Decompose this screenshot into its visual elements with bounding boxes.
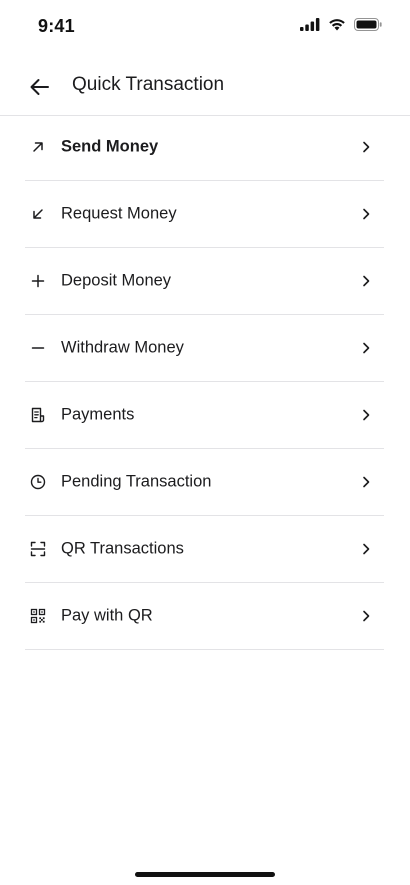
menu-item-send-money[interactable]: Send Money xyxy=(25,114,384,181)
status-time: 9:41 xyxy=(38,16,75,36)
arrow-up-right-icon xyxy=(29,138,47,156)
screen: 9:41 Quick Transaction Send Money Reques… xyxy=(0,0,410,885)
menu-item-label: Pay with QR xyxy=(61,606,153,625)
menu-item-pending-transaction[interactable]: Pending Transaction xyxy=(25,449,384,516)
chevron-right-icon xyxy=(360,341,372,355)
battery-icon xyxy=(354,18,382,36)
menu-item-deposit-money[interactable]: Deposit Money xyxy=(25,248,384,315)
menu-item-withdraw-money[interactable]: Withdraw Money xyxy=(25,315,384,382)
arrow-down-left-icon xyxy=(29,205,47,223)
menu-item-qr-transactions[interactable]: QR Transactions xyxy=(25,516,384,583)
menu-item-label: Payments xyxy=(61,405,135,424)
chevron-right-icon xyxy=(360,609,372,623)
chevron-right-icon xyxy=(360,475,372,489)
clock-icon xyxy=(29,473,47,491)
wifi-icon xyxy=(328,18,346,36)
menu-item-pay-with-qr[interactable]: Pay with QR xyxy=(25,583,384,650)
status-icons xyxy=(300,18,382,36)
menu-item-label: Deposit Money xyxy=(61,271,172,290)
status-bar: 9:41 xyxy=(0,0,410,54)
scan-frame-icon xyxy=(29,540,47,558)
chevron-right-icon xyxy=(360,274,372,288)
receipt-icon xyxy=(29,406,47,424)
arrow-left-icon xyxy=(30,79,49,95)
chevron-right-icon xyxy=(360,408,372,422)
minus-icon xyxy=(29,339,47,357)
home-indicator[interactable] xyxy=(135,872,275,877)
chevron-right-icon xyxy=(360,140,372,154)
cellular-signal-icon xyxy=(300,18,320,36)
menu-item-payments[interactable]: Payments xyxy=(25,382,384,449)
menu-item-label: Withdraw Money xyxy=(61,338,184,357)
header: Quick Transaction xyxy=(0,58,410,116)
menu-item-label: Send Money xyxy=(61,137,159,156)
chevron-right-icon xyxy=(360,207,372,221)
back-button[interactable] xyxy=(24,72,54,102)
quick-transaction-menu: Send Money Request Money Deposit Money W… xyxy=(25,114,384,650)
menu-item-request-money[interactable]: Request Money xyxy=(25,181,384,248)
qr-code-icon xyxy=(29,607,47,625)
menu-item-label: QR Transactions xyxy=(61,539,184,558)
plus-icon xyxy=(29,272,47,290)
menu-item-label: Request Money xyxy=(61,204,177,223)
chevron-right-icon xyxy=(360,542,372,556)
menu-item-label: Pending Transaction xyxy=(61,472,212,491)
page-title: Quick Transaction xyxy=(72,74,225,95)
